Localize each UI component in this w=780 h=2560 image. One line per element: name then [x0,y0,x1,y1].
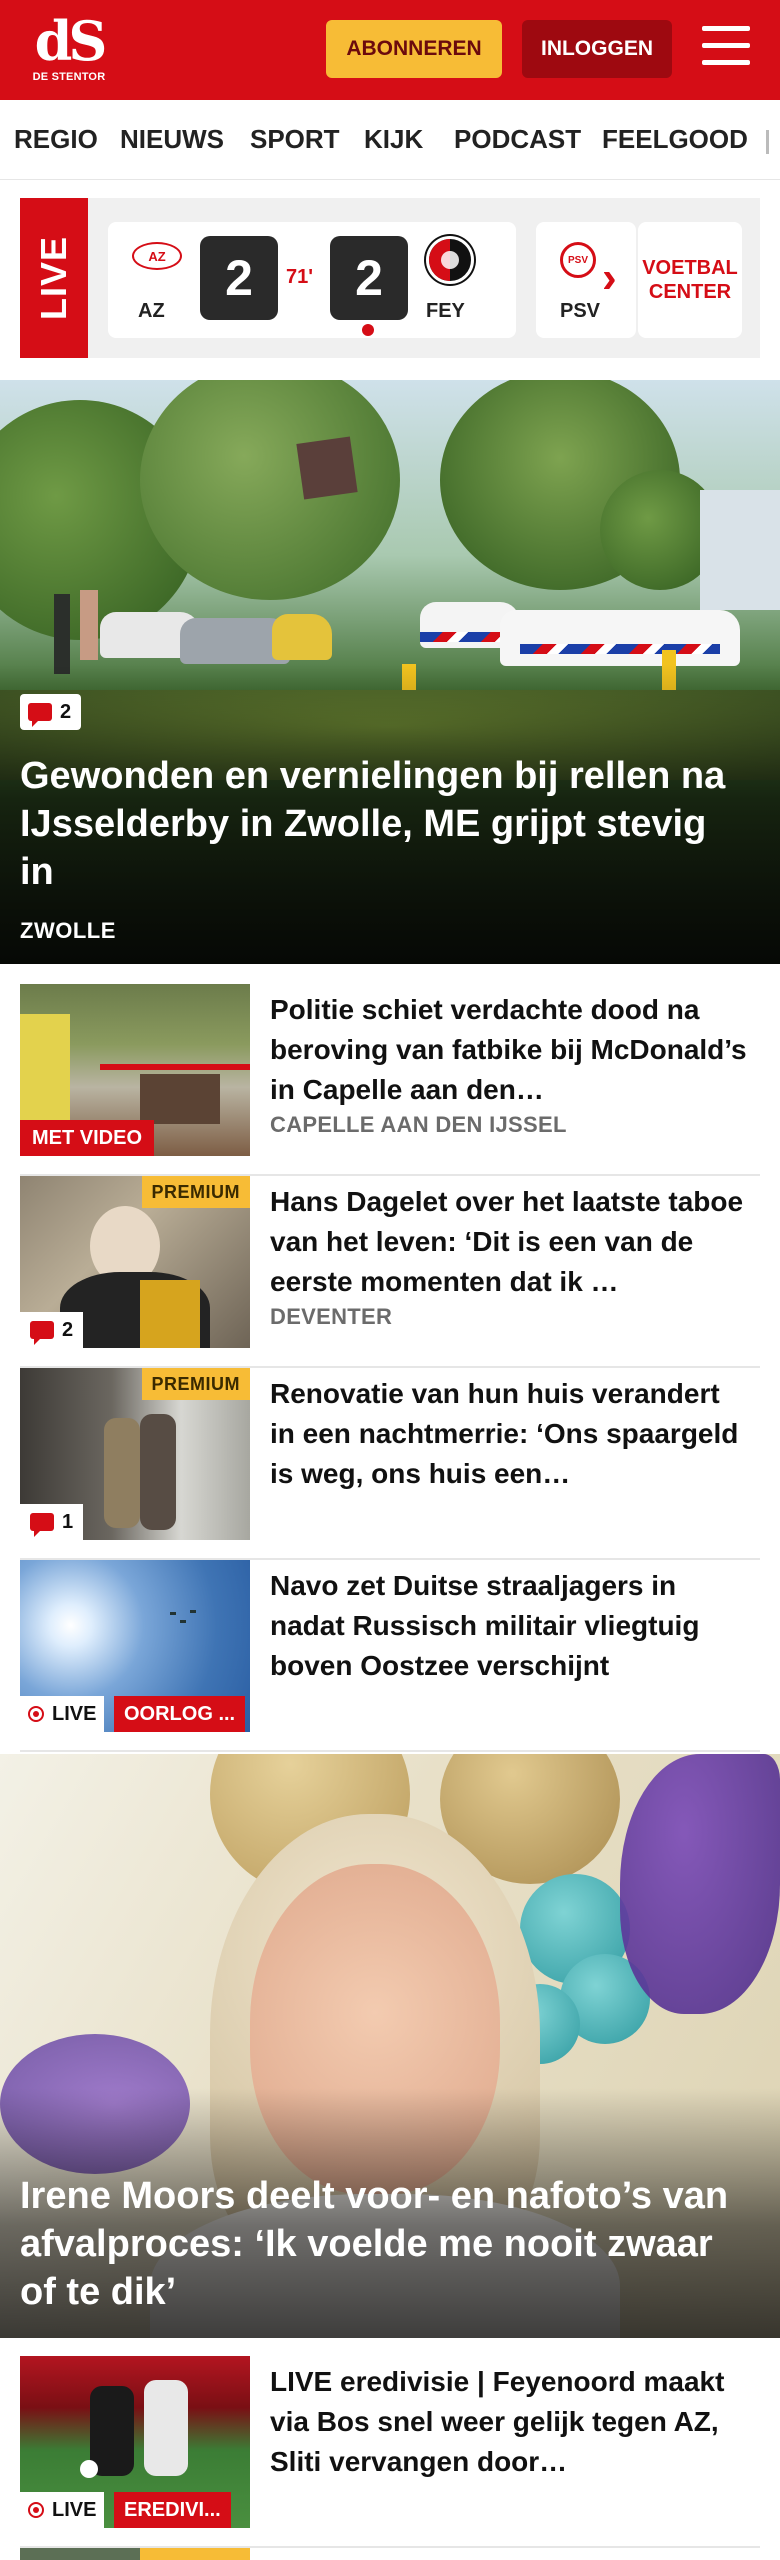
article-title[interactable]: Hans Dagelet over het laatste taboe van … [270,1182,750,1302]
login-button[interactable]: INLOGGEN [522,20,672,78]
comment-count-badge: 2 [20,1312,84,1348]
logo-subtitle: DE STENTOR [32,71,106,83]
premium-badge: PREMIUM [141,1176,250,1208]
live-label: LIVE [33,235,74,321]
article-location: DEVENTER [270,1304,393,1329]
article-thumbnail: PREMIUM 2 [20,1176,250,1348]
psv-club-logo: PSV [560,242,596,278]
comment-icon [30,1513,54,1537]
live-dot-icon [28,1706,44,1722]
live-badge-label: LIVE [52,1702,97,1725]
article-thumbnail: LIVE EREDIVI... [20,2356,250,2528]
list-item[interactable]: LIVE EREDIVI... LIVE eredivisie | Feyeno… [20,2356,760,2548]
comment-count-badge: 2 [20,694,82,730]
nav-item-regio[interactable]: REGIO [14,124,98,155]
live-badge-label: LIVE [52,2498,97,2521]
home-team: AZ [138,300,165,322]
article-thumbnail: MET VIDEO [20,984,250,1156]
logo-mark: dS [34,9,108,73]
nav-item-feelgood[interactable]: FEELGOOD [602,124,748,155]
article-location: CAPELLE AAN DEN IJSSEL [270,1112,567,1137]
live-badge: LIVE [20,1696,105,1732]
article-title[interactable]: Navo zet Duitse straaljagers in nadat Ru… [270,1566,750,1686]
nav-overflow-indicator [766,130,769,154]
category-badge: EREDIVI... [114,2492,231,2528]
site-logo[interactable]: dS DE STENTOR [28,12,110,88]
next-match-card[interactable]: PSV PSV [536,222,636,338]
comment-count: 1 [62,1510,74,1533]
hamburger-menu-icon[interactable] [702,26,750,70]
article-thumbnail: LIVE OORLOG ... [20,1560,250,1732]
hero-headline[interactable]: Irene Moors deelt voor- en nafoto’s van … [20,2172,750,2316]
section-nav: REGIO NIEUWS SPORT KIJK PODCAST FEELGOOD [0,100,780,180]
nav-item-podcast[interactable]: PODCAST [454,124,581,155]
voetbal-line2: CENTER [648,281,732,303]
recent-goal-dot [362,324,374,336]
list-item[interactable]: PREMIUM 2 Hans Dagelet over het laatste … [20,1176,760,1368]
away-team: FEY [426,300,465,322]
chevron-right-icon[interactable]: › [602,256,617,300]
video-badge: MET VIDEO [20,1120,155,1156]
site-header: dS DE STENTOR ABONNEREN INLOGGEN [0,0,780,100]
live-badge: LIVE [20,2492,105,2528]
list-item[interactable]: LIVE OORLOG ... Navo zet Duitse straalja… [20,1560,760,1752]
nav-item-sport[interactable]: SPORT [250,124,340,155]
article-title[interactable]: LIVE eredivisie | Feyenoord maakt via Bo… [270,2362,750,2482]
voetbal-line1: VOETBAL [642,257,738,279]
match-minute: 71' [286,266,314,288]
comment-icon [28,703,52,727]
subscribe-button[interactable]: ABONNEREN [326,20,502,78]
feyenoord-club-logo [426,236,474,284]
comment-count: 2 [60,700,72,723]
home-score: 2 [200,236,278,320]
next-home-team: PSV [560,300,601,322]
nav-item-nieuws[interactable]: NIEUWS [120,124,224,155]
comment-count: 2 [62,1318,74,1341]
hero-article-irene-moors[interactable]: Irene Moors deelt voor- en nafoto’s van … [0,1754,780,2338]
premium-badge: PREMIUM [141,1368,250,1400]
live-dot-icon [28,2502,44,2518]
next-article-thumbnail[interactable] [20,2548,250,2560]
hero-headline[interactable]: Gewonden en vernielingen bij rellen na I… [20,752,750,896]
hero-article-zwolle[interactable]: 2 Gewonden en vernielingen bij rellen na… [0,380,780,964]
hero-location: ZWOLLE [20,918,116,943]
voetbal-center-link[interactable]: VOETBAL CENTER [638,222,742,338]
comment-icon [30,1321,54,1345]
away-score: 2 [330,236,408,320]
article-title[interactable]: Politie schiet verdachte dood na berovin… [270,990,750,1110]
match-card[interactable]: AZ AZ 2 71' 2 FEY [108,222,516,338]
premium-badge-edge [140,2548,250,2560]
live-scores-strip: LIVE AZ AZ 2 71' 2 FEY PSV PSV › VOETBAL… [20,198,760,358]
article-title[interactable]: Renovatie van hun huis verandert in een … [270,1374,750,1494]
nav-item-kijk[interactable]: KIJK [364,124,423,155]
az-club-logo: AZ [132,242,182,270]
comment-count-badge: 1 [20,1504,84,1540]
list-item[interactable]: MET VIDEO Politie schiet verdachte dood … [20,984,760,1176]
article-thumbnail: PREMIUM 1 [20,1368,250,1540]
list-item[interactable]: PREMIUM 1 Renovatie van hun huis verande… [20,1368,760,1560]
live-tag: LIVE [20,198,88,358]
category-badge: OORLOG ... [114,1696,246,1732]
